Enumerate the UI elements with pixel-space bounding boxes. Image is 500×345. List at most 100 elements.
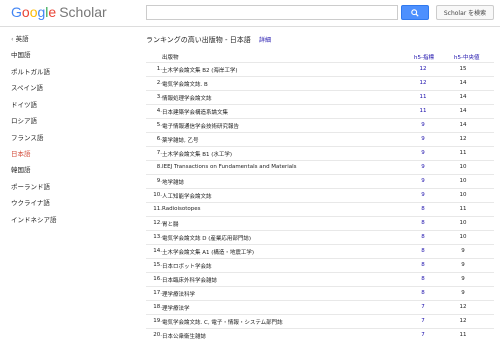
h5-index-link[interactable]: 7 bbox=[414, 332, 432, 338]
h5-median-value: 10 bbox=[459, 178, 467, 184]
chevron-left-icon: ‹ bbox=[11, 35, 14, 43]
top-bar: Google Scholar Scholar を検索 bbox=[0, 0, 500, 27]
logo-letter: o bbox=[21, 4, 30, 20]
table-row: 1. 土木学会論文集 B2 (海岸工学) 12 15 bbox=[146, 62, 494, 76]
publication-link[interactable]: 薬学雑誌, 乙号 bbox=[162, 136, 199, 144]
sidebar-item-polish[interactable]: ポーランド語 bbox=[11, 181, 50, 191]
table-row: 8. IEEJ Transactions on Fundamentals and … bbox=[146, 160, 494, 174]
h5-median-value: 9 bbox=[461, 248, 465, 254]
table-row: 10. 人工知能学会論文誌 9 10 bbox=[146, 188, 494, 202]
row-rank: 4. bbox=[156, 108, 162, 114]
publication-link[interactable]: 電気学会論文誌. B bbox=[162, 80, 208, 88]
h5-index-link[interactable]: 8 bbox=[414, 248, 432, 254]
publication-link[interactable]: 胃と腸 bbox=[162, 220, 179, 228]
sidebar-item-chinese[interactable]: 中国語 bbox=[11, 49, 31, 59]
sidebar-item-portuguese[interactable]: ポルトガル語 bbox=[11, 66, 50, 76]
h5-index-link[interactable]: 9 bbox=[414, 122, 432, 128]
column-header-h5-index[interactable]: h5-指標 bbox=[414, 53, 434, 61]
sidebar-item-label: 英語 bbox=[15, 35, 29, 43]
h5-median-value: 9 bbox=[461, 262, 465, 268]
table-row: 2. 電気学会論文誌. B 12 14 bbox=[146, 76, 494, 90]
h5-index-link[interactable]: 8 bbox=[414, 220, 432, 226]
h5-index-link[interactable]: 8 bbox=[414, 290, 432, 296]
sidebar-item-german[interactable]: ドイツ語 bbox=[11, 99, 37, 109]
column-header-h5-median[interactable]: h5-中央値 bbox=[454, 53, 479, 61]
h5-median-value: 10 bbox=[459, 234, 467, 240]
sidebar-item-english[interactable]: ‹ 英語 bbox=[11, 33, 29, 43]
row-rank: 8. bbox=[156, 164, 162, 170]
row-rank: 13. bbox=[153, 234, 162, 240]
sidebar-item-ukrainian[interactable]: ウクライナ語 bbox=[11, 197, 50, 207]
h5-index-link[interactable]: 12 bbox=[414, 80, 432, 86]
h5-index-link[interactable]: 8 bbox=[414, 276, 432, 282]
table-row: 11. Radioisotopes 8 11 bbox=[146, 202, 494, 216]
search-button[interactable] bbox=[401, 5, 429, 20]
table-row: 16. 日本臨床外科学会雑誌 8 9 bbox=[146, 272, 494, 286]
row-rank: 17. bbox=[153, 290, 162, 296]
h5-median-value: 10 bbox=[459, 220, 467, 226]
publication-link[interactable]: 土木学会論文集 B1 (水工学) bbox=[162, 150, 232, 158]
row-rank: 12. bbox=[153, 220, 162, 226]
publication-link[interactable]: 日本建築学会構造系論文集 bbox=[162, 108, 228, 116]
h5-index-link[interactable]: 11 bbox=[414, 108, 432, 114]
row-rank: 9. bbox=[156, 178, 162, 184]
publication-link[interactable]: 日本臨床外科学会雑誌 bbox=[162, 276, 217, 284]
publication-link[interactable]: 土木学会論文集 A1 (構造・地震工学) bbox=[162, 248, 254, 256]
h5-index-link[interactable]: 9 bbox=[414, 150, 432, 156]
table-row: 17. 理学療法科学 8 9 bbox=[146, 286, 494, 300]
table-row: 6. 薬学雑誌, 乙号 9 12 bbox=[146, 132, 494, 146]
h5-index-link[interactable]: 7 bbox=[414, 304, 432, 310]
h5-index-link[interactable]: 8 bbox=[414, 206, 432, 212]
h5-median-value: 12 bbox=[459, 136, 467, 142]
search-input[interactable] bbox=[146, 5, 398, 20]
h5-index-link[interactable]: 7 bbox=[414, 318, 432, 324]
row-rank: 11. bbox=[153, 206, 162, 212]
publication-link[interactable]: 日本ロボット学会誌 bbox=[162, 262, 212, 270]
publication-link[interactable]: 電気学会論文誌. C, 電子・情報・システム部門誌 bbox=[162, 318, 283, 326]
details-link[interactable]: 詳細 bbox=[259, 35, 271, 44]
publication-link[interactable]: IEEJ Transactions on Fundamentals and Ma… bbox=[162, 164, 297, 170]
publication-link[interactable]: 地学雑誌 bbox=[162, 178, 184, 186]
h5-index-link[interactable]: 9 bbox=[414, 178, 432, 184]
publication-link[interactable]: Radioisotopes bbox=[162, 206, 200, 212]
sidebar-item-russian[interactable]: ロシア語 bbox=[11, 115, 37, 125]
sidebar-item-french[interactable]: フランス語 bbox=[11, 132, 43, 142]
h5-median-value: 11 bbox=[459, 206, 467, 212]
h5-median-value: 14 bbox=[459, 108, 467, 114]
column-header-publication: 出版物 bbox=[162, 55, 179, 61]
table-row: 5. 電子情報通信学会技術研究報告 9 14 bbox=[146, 118, 494, 132]
row-rank: 7. bbox=[156, 150, 162, 156]
h5-index-link[interactable]: 9 bbox=[414, 164, 432, 170]
row-rank: 10. bbox=[153, 192, 162, 198]
publication-link[interactable]: 理学療法学 bbox=[162, 304, 190, 312]
h5-median-value: 10 bbox=[459, 192, 467, 198]
logo-letter: G bbox=[11, 4, 22, 20]
table-row: 15. 日本ロボット学会誌 8 9 bbox=[146, 258, 494, 272]
publication-link[interactable]: 情報処理学会論文誌 bbox=[162, 94, 212, 102]
h5-index-link[interactable]: 8 bbox=[414, 262, 432, 268]
table-row: 3. 情報処理学会論文誌 11 14 bbox=[146, 90, 494, 104]
scholar-search-button[interactable]: Scholar を検索 bbox=[436, 5, 494, 20]
google-scholar-logo[interactable]: Google Scholar bbox=[11, 3, 107, 21]
h5-index-link[interactable]: 11 bbox=[414, 94, 432, 100]
row-rank: 20. bbox=[153, 332, 162, 338]
publication-link[interactable]: 日本公衆衛生雑誌 bbox=[162, 332, 206, 340]
h5-index-link[interactable]: 9 bbox=[414, 136, 432, 142]
h5-median-value: 9 bbox=[461, 290, 465, 296]
row-rank: 16. bbox=[153, 276, 162, 282]
publication-link[interactable]: 電気学会論文誌 D (産業応用部門誌) bbox=[162, 234, 251, 242]
h5-index-link[interactable]: 8 bbox=[414, 234, 432, 240]
h5-index-link[interactable]: 9 bbox=[414, 192, 432, 198]
publication-link[interactable]: 人工知能学会論文誌 bbox=[162, 192, 212, 200]
sidebar-item-spanish[interactable]: スペイン語 bbox=[11, 82, 43, 92]
publication-link[interactable]: 土木学会論文集 B2 (海岸工学) bbox=[162, 66, 238, 74]
sidebar-item-korean[interactable]: 韓国語 bbox=[11, 164, 31, 174]
h5-median-value: 11 bbox=[459, 150, 467, 156]
h5-index-link[interactable]: 12 bbox=[414, 66, 432, 72]
publication-link[interactable]: 理学療法科学 bbox=[162, 290, 195, 298]
sidebar-item-japanese[interactable]: 日本語 bbox=[11, 148, 31, 158]
sidebar-item-indonesian[interactable]: インドネシア語 bbox=[11, 214, 57, 224]
publication-link[interactable]: 電子情報通信学会技術研究報告 bbox=[162, 122, 239, 130]
row-rank: 5. bbox=[156, 122, 162, 128]
table-row: 20. 日本公衆衛生雑誌 7 11 bbox=[146, 328, 494, 342]
